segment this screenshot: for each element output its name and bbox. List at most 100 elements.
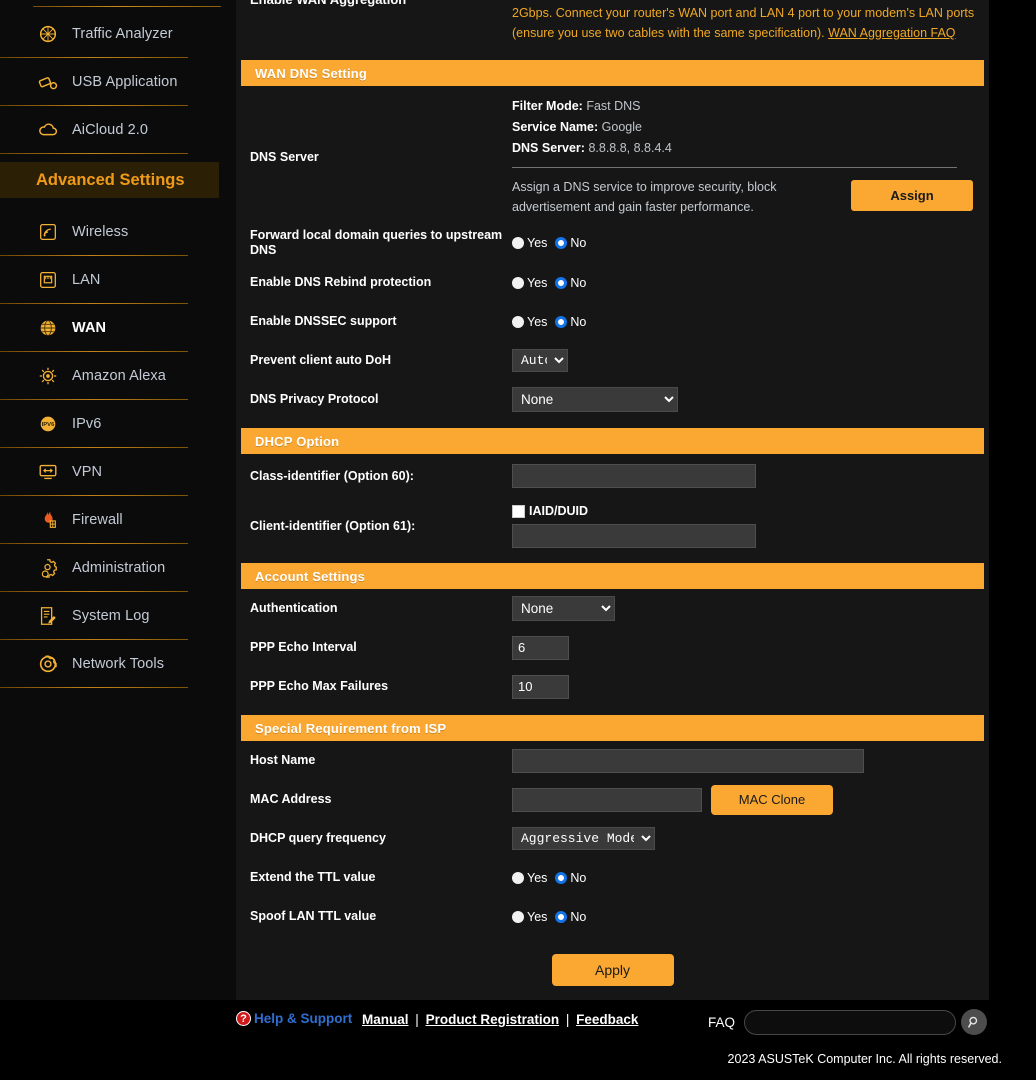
section-title: WAN DNS Setting bbox=[255, 65, 368, 81]
system-log-icon bbox=[36, 604, 60, 628]
sidebar-item-ipv6[interactable]: IPV6 IPv6 bbox=[0, 400, 236, 448]
dns-rebind-protection-control: Yes No bbox=[512, 276, 989, 290]
amazon-alexa-icon bbox=[36, 364, 60, 388]
dns-privacy-protocol-label: DNS Privacy Protocol bbox=[250, 392, 379, 406]
sidebar-item-lan[interactable]: LAN bbox=[0, 256, 236, 304]
sidebar-item-aicloud[interactable]: AiCloud 2.0 bbox=[0, 106, 236, 154]
row-prevent-client-auto-doh: Prevent client auto DoH Auto bbox=[236, 341, 989, 380]
assign-button[interactable]: Assign bbox=[851, 180, 973, 211]
wan-aggregation-note: Enable WAN Aggregation 2Gbps. Connect yo… bbox=[236, 0, 989, 60]
sidebar-item-vpn[interactable]: VPN bbox=[0, 448, 236, 496]
radio-dot-selected-icon bbox=[555, 910, 568, 923]
sidebar-item-firewall[interactable]: Firewall bbox=[0, 496, 236, 544]
row-dhcp-query-frequency: DHCP query frequency Aggressive Mode bbox=[236, 819, 989, 858]
filter-mode-value: Fast DNS bbox=[586, 99, 641, 113]
dns-server-key: DNS Server: bbox=[512, 141, 585, 155]
usb-application-icon bbox=[36, 70, 60, 94]
sidebar: Traffic Analyzer USB Application AiCloud… bbox=[0, 0, 236, 1080]
prevent-client-auto-doh-select[interactable]: Auto bbox=[512, 349, 568, 372]
ppp-echo-interval-label: PPP Echo Interval bbox=[250, 640, 357, 654]
dns-server-value-row: DNS Server: 8.8.8.8, 8.8.4.4 bbox=[512, 138, 973, 159]
radio-dnssec-no[interactable]: No bbox=[555, 315, 586, 329]
spoof-lan-ttl-control: Yes No bbox=[512, 910, 989, 924]
radio-dnssec-yes[interactable]: Yes bbox=[512, 315, 547, 329]
help-and-support-link[interactable]: ? Help & Support bbox=[236, 1011, 352, 1026]
faq-label: FAQ bbox=[708, 1014, 736, 1030]
wan-aggregation-note-line1: 2Gbps. Connect your router's WAN port an… bbox=[512, 6, 975, 20]
sidebar-section-label: Advanced Settings bbox=[36, 170, 185, 189]
radio-rebind-yes[interactable]: Yes bbox=[512, 276, 547, 290]
faq-search-input[interactable] bbox=[744, 1009, 957, 1035]
mac-address-input[interactable] bbox=[512, 787, 702, 812]
sidebar-item-wireless[interactable]: Wireless bbox=[0, 208, 236, 256]
radio-extend-ttl-yes[interactable]: Yes bbox=[512, 871, 547, 885]
radio-spoof-ttl-no[interactable]: No bbox=[555, 910, 586, 924]
mac-clone-button[interactable]: MAC Clone bbox=[711, 784, 833, 815]
extend-ttl-control: Yes No bbox=[512, 871, 989, 885]
forward-local-domain-queries-control: Yes No bbox=[512, 236, 989, 250]
row-authentication: Authentication None bbox=[236, 589, 989, 628]
ppp-echo-interval-input[interactable] bbox=[512, 635, 569, 660]
apply-button[interactable]: Apply bbox=[551, 954, 674, 986]
sidebar-item-amazon-alexa[interactable]: Amazon Alexa bbox=[0, 352, 236, 400]
sidebar-item-label: System Log bbox=[72, 608, 150, 624]
radio-group-extend-ttl: Yes No bbox=[512, 871, 586, 885]
iaid-duid-checkbox[interactable] bbox=[512, 504, 525, 518]
settings-panel: Enable WAN Aggregation 2Gbps. Connect yo… bbox=[236, 0, 989, 1008]
main-content: Enable WAN Aggregation 2Gbps. Connect yo… bbox=[236, 0, 1036, 1080]
sidebar-item-label: Firewall bbox=[72, 512, 123, 528]
traffic-analyzer-icon bbox=[36, 22, 60, 46]
sidebar-item-label: USB Application bbox=[72, 74, 178, 90]
radio-spoof-ttl-yes[interactable]: Yes bbox=[512, 910, 547, 924]
footer-links: Manual | Product Registration | Feedback bbox=[362, 1012, 638, 1027]
radio-extend-ttl-no[interactable]: No bbox=[555, 871, 586, 885]
manual-link[interactable]: Manual bbox=[362, 1012, 409, 1027]
section-header-special-requirement-isp: Special Requirement from ISP bbox=[241, 715, 984, 741]
footer-row: ? Help & Support Manual | Product Regist… bbox=[0, 1000, 1036, 1040]
sidebar-item-label: VPN bbox=[72, 464, 103, 480]
ppp-echo-max-failures-input[interactable] bbox=[512, 674, 569, 699]
dhcp-query-frequency-label: DHCP query frequency bbox=[250, 831, 386, 845]
row-extend-ttl: Extend the TTL value Yes No bbox=[236, 858, 989, 897]
dns-server-info: Filter Mode: Fast DNS Service Name: Goog… bbox=[512, 96, 989, 217]
radio-group-dns-rebind: Yes No bbox=[512, 276, 586, 290]
sidebar-item-label: Wireless bbox=[72, 224, 129, 240]
sidebar-item-wan[interactable]: WAN bbox=[0, 304, 236, 352]
radio-dot-icon bbox=[512, 276, 524, 289]
product-registration-link[interactable]: Product Registration bbox=[426, 1012, 560, 1027]
section-title: Special Requirement from ISP bbox=[255, 720, 447, 736]
radio-label: No bbox=[570, 909, 587, 924]
dhcp-query-frequency-select[interactable]: Aggressive Mode bbox=[512, 827, 655, 850]
sidebar-item-traffic-analyzer[interactable]: Traffic Analyzer bbox=[0, 10, 236, 58]
radio-forward-no[interactable]: No bbox=[555, 236, 586, 250]
sidebar-item-network-tools[interactable]: Network Tools bbox=[0, 640, 236, 688]
radio-dot-selected-icon bbox=[555, 871, 568, 884]
radio-group-spoof-ttl: Yes No bbox=[512, 910, 586, 924]
authentication-label: Authentication bbox=[250, 601, 338, 615]
row-mac-address: MAC Address MAC Clone bbox=[236, 780, 989, 819]
sidebar-item-system-log[interactable]: System Log bbox=[0, 592, 236, 640]
authentication-select[interactable]: None bbox=[512, 596, 615, 621]
iaid-duid-checkbox-row[interactable]: IAID/DUID bbox=[512, 504, 588, 518]
authentication-control: None bbox=[512, 596, 989, 621]
row-dnssec-support: Enable DNSSEC support Yes No bbox=[236, 302, 989, 341]
section-title: DHCP Option bbox=[255, 433, 340, 449]
radio-label: No bbox=[570, 870, 587, 885]
feedback-link[interactable]: Feedback bbox=[576, 1012, 638, 1027]
client-identifier-input[interactable] bbox=[512, 524, 756, 548]
radio-dot-icon bbox=[512, 315, 524, 328]
footer-separator: | bbox=[565, 1012, 570, 1027]
sidebar-item-administration[interactable]: Administration bbox=[0, 544, 236, 592]
dns-privacy-protocol-select[interactable]: None bbox=[512, 387, 678, 412]
search-icon bbox=[967, 1016, 977, 1028]
wan-aggregation-faq-link[interactable]: WAN Aggregation FAQ bbox=[828, 26, 955, 40]
sidebar-divider bbox=[0, 153, 188, 154]
faq-search-button[interactable] bbox=[961, 1009, 988, 1035]
host-name-input[interactable] bbox=[512, 748, 864, 773]
dns-divider bbox=[512, 167, 957, 168]
class-identifier-input[interactable] bbox=[512, 464, 756, 488]
radio-forward-yes[interactable]: Yes bbox=[512, 236, 547, 250]
radio-rebind-no[interactable]: No bbox=[555, 276, 586, 290]
sidebar-item-usb-application[interactable]: USB Application bbox=[0, 58, 236, 106]
radio-label: No bbox=[570, 275, 587, 290]
